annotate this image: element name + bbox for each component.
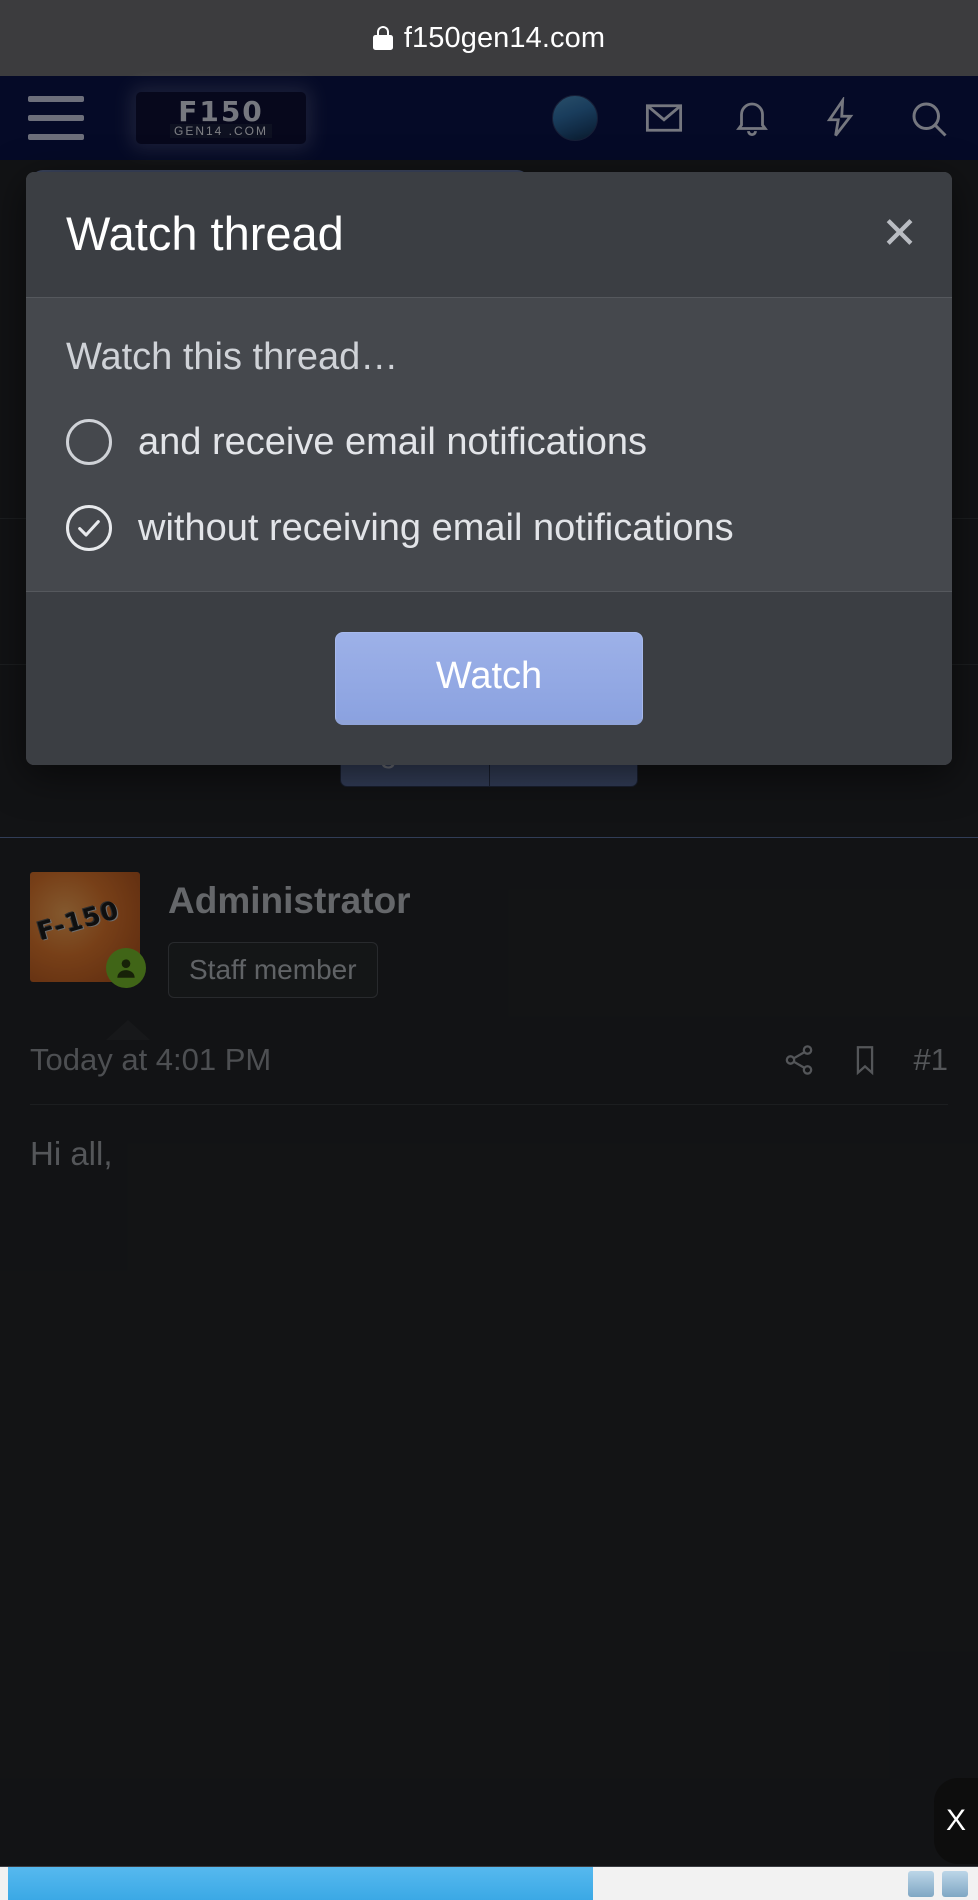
radio-checked-icon[interactable] — [66, 505, 112, 551]
url-text: f150gen14.com — [403, 21, 606, 54]
bottom-ad-banner[interactable] — [8, 1867, 593, 1900]
lock-icon — [372, 26, 393, 50]
bottom-ad-strip[interactable] — [0, 1866, 978, 1900]
radio-option-no-email-label: without receiving email notifications — [138, 506, 734, 549]
radio-option-email-label: and receive email notifications — [138, 420, 648, 463]
screen: f150gen14.com F150 GEN14 .COM F-150 Admi… — [0, 0, 978, 1900]
modal-header: Watch thread ✕ — [26, 172, 952, 298]
radio-option-email[interactable]: and receive email notifications — [66, 419, 912, 465]
radio-option-no-email[interactable]: without receiving email notifications — [66, 505, 912, 551]
bottom-ad-thumbnails[interactable] — [908, 1871, 968, 1897]
modal-body: Watch this thread… and receive email not… — [26, 298, 952, 591]
browser-address-bar[interactable]: f150gen14.com — [0, 0, 978, 76]
modal-subtitle: Watch this thread… — [66, 336, 399, 378]
modal-watch-submit-button[interactable]: Watch — [334, 632, 644, 725]
watch-thread-modal: Watch thread ✕ Watch this thread… and re… — [26, 172, 952, 765]
radio-unchecked-icon[interactable] — [66, 419, 112, 465]
modal-title: Watch thread — [66, 207, 344, 260]
overlay-close-button[interactable]: X — [934, 1778, 978, 1864]
modal-footer: Watch — [26, 591, 952, 765]
close-icon[interactable]: ✕ — [881, 211, 918, 256]
